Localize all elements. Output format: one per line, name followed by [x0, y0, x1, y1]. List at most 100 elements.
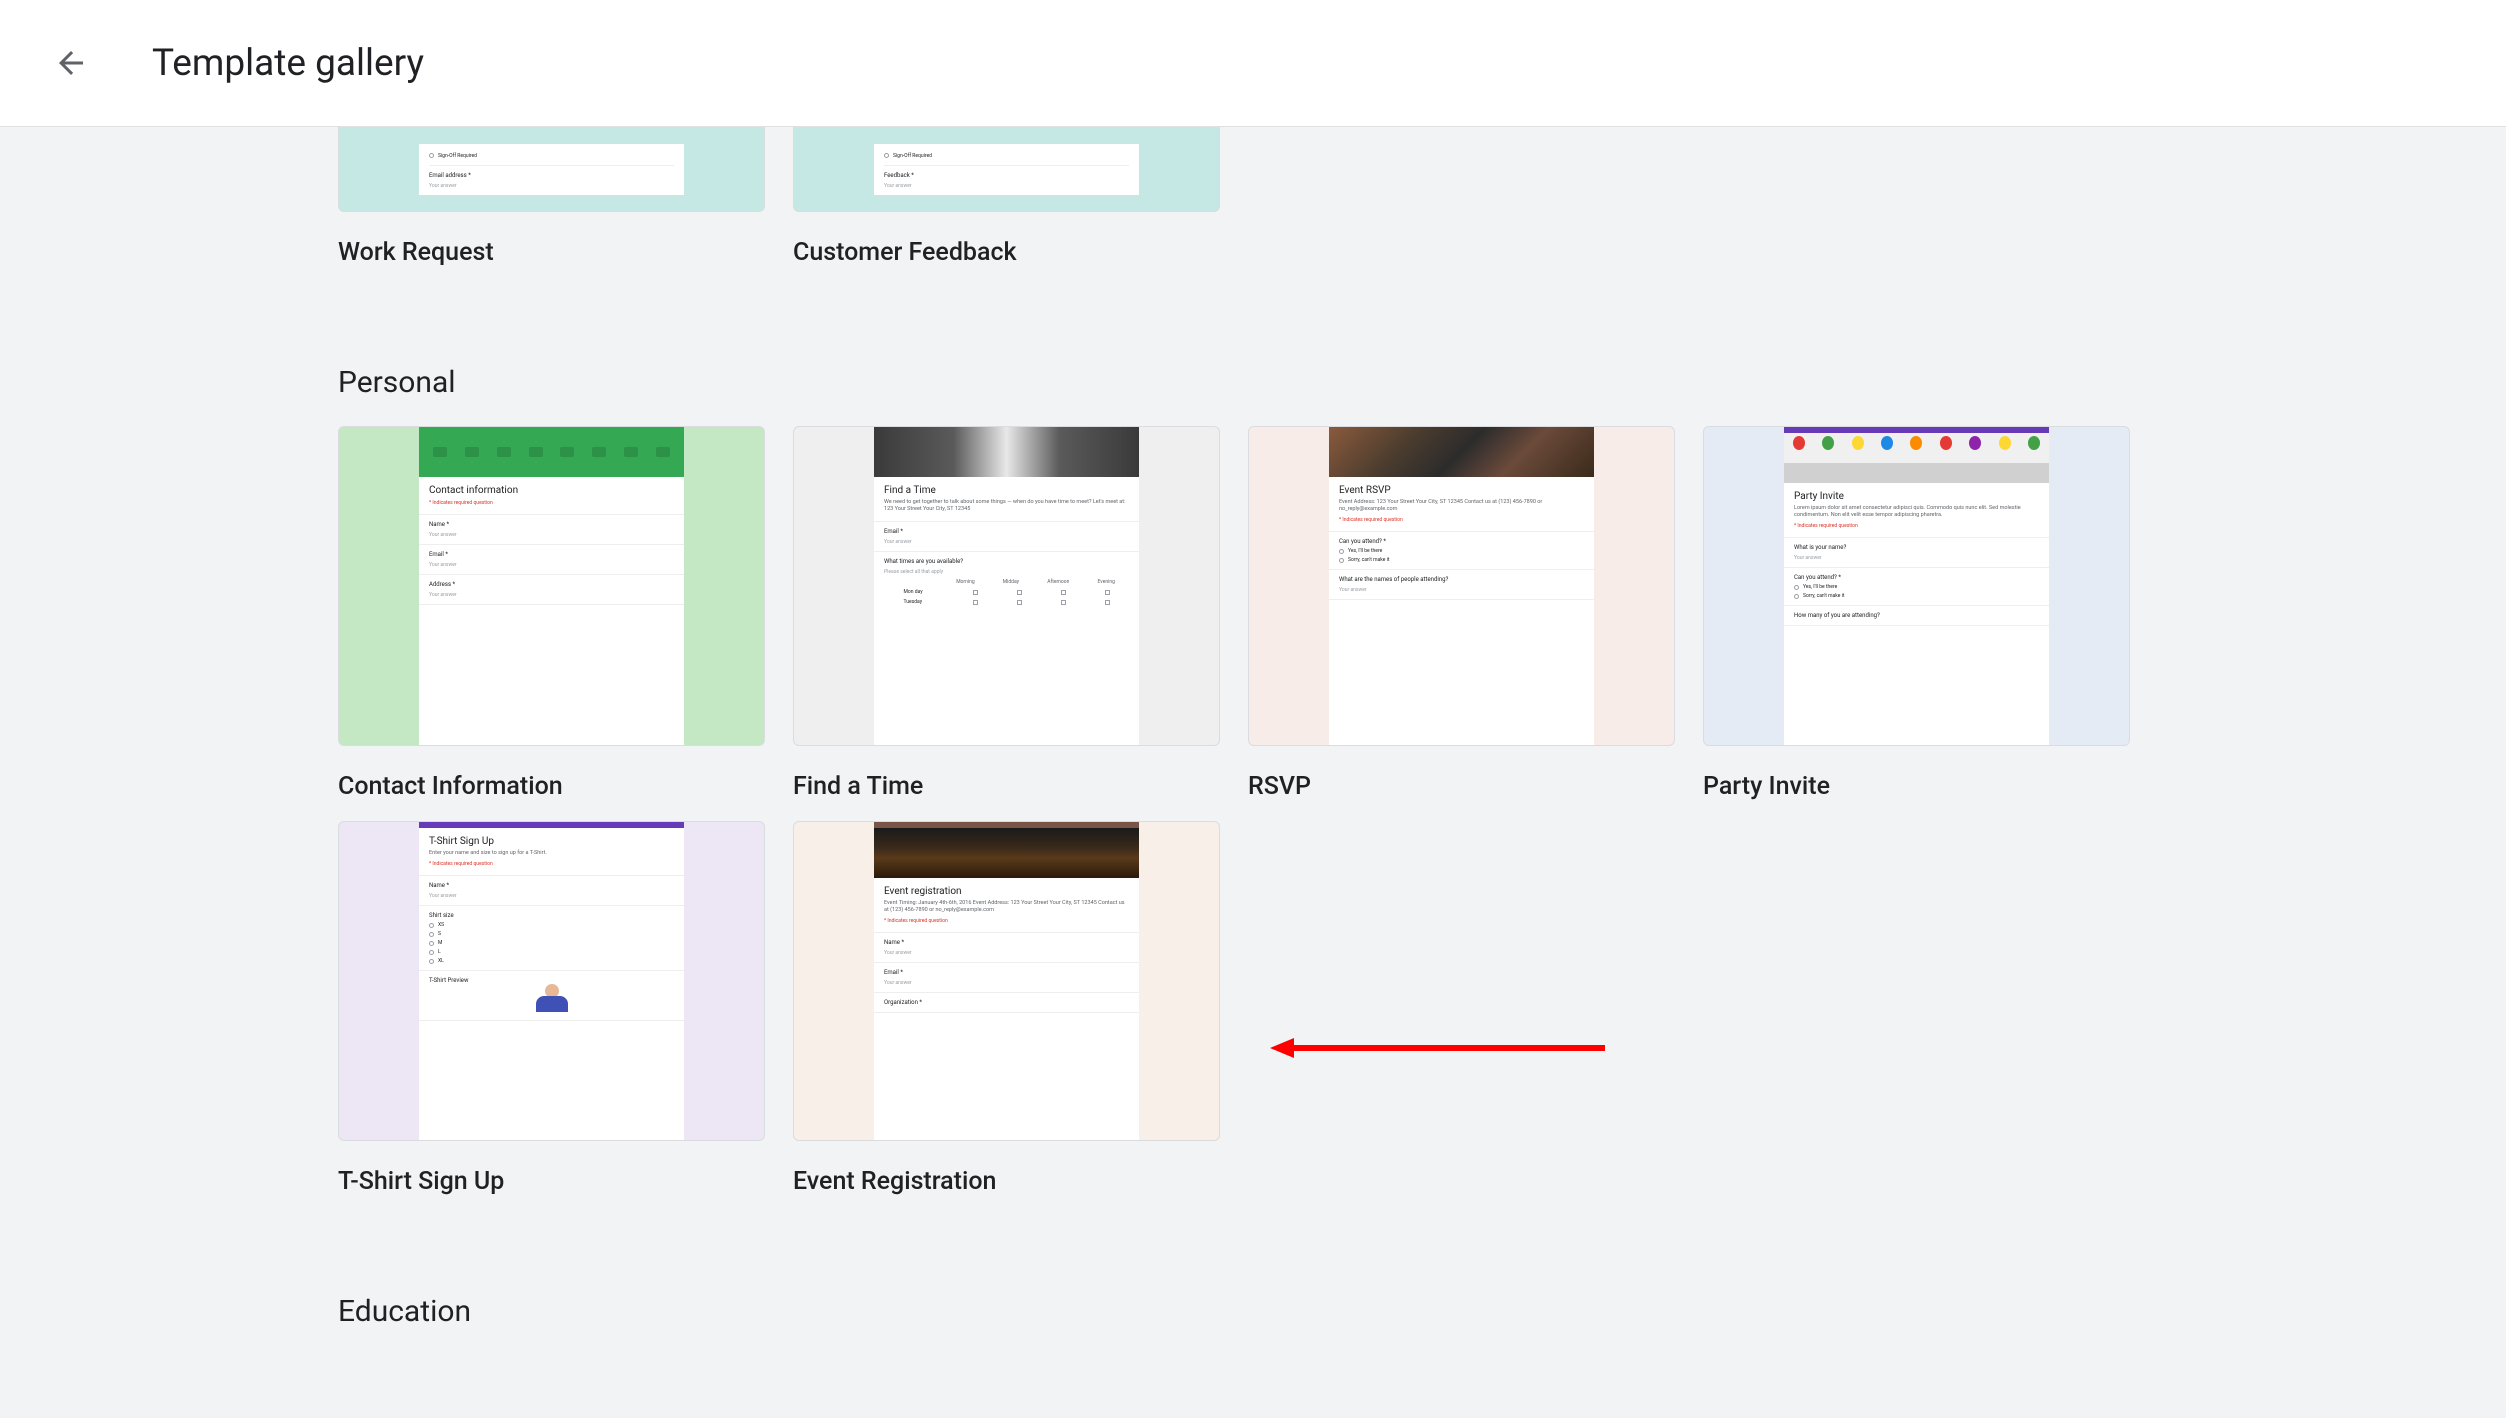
template-card-party-invite[interactable]: Party Invite Lorem ipsum dolor sit amet …: [1703, 426, 2130, 801]
mini-required-text: * Indicates required question: [884, 918, 1129, 924]
mini-field-label: Email *: [884, 969, 1129, 976]
mini-field-label: Name *: [429, 521, 674, 528]
mini-field-label: Organization *: [884, 999, 1129, 1006]
mini-form-subtitle: Enter your name and size to sign up for …: [429, 850, 674, 857]
template-card-rsvp[interactable]: Event RSVP Event Address: 123 Your Stree…: [1248, 426, 1675, 801]
template-label: T-Shirt Sign Up: [338, 1167, 765, 1196]
mini-form-title: T-Shirt Sign Up: [429, 836, 674, 847]
mini-required-text: * Indicates required question: [429, 861, 674, 867]
grid-col: Midday: [1003, 579, 1019, 585]
mini-field-label: Email *: [884, 528, 1129, 535]
mini-radio-option: Yes, I'll be there: [1348, 548, 1382, 554]
mini-required-text: * Indicates required question: [429, 500, 674, 506]
mini-field-answer: Your answer: [429, 183, 674, 189]
mini-size-opt: L: [438, 949, 441, 955]
templates-row: T-Shirt Sign Up Enter your name and size…: [338, 821, 2168, 1196]
mini-field-label: Email *: [429, 551, 674, 558]
mini-field-label: Sign-Off Required: [893, 153, 932, 159]
mini-field-answer: Your answer: [1794, 555, 2039, 561]
mini-form-subtitle: We need to get together to talk about so…: [884, 499, 1129, 513]
mini-field-answer: Your answer: [884, 980, 1129, 986]
mini-size-opt: XS: [438, 922, 444, 928]
grid-col: Afternoon: [1047, 579, 1069, 585]
section-title-personal: Personal: [338, 365, 2168, 400]
mini-header: [874, 427, 1139, 477]
mini-field-label: Shirt size: [429, 912, 674, 919]
template-label: Contact Information: [338, 772, 765, 801]
mini-field-label: Can you attend? *: [1339, 538, 1584, 545]
mini-form-subtitle: Event Timing: January 4th-6th, 2016 Even…: [884, 900, 1129, 914]
mini-field-label: What is your name?: [1794, 544, 2039, 551]
mini-required-text: * Indicates required question: [1339, 517, 1584, 523]
mini-header: [874, 828, 1139, 878]
grid-row: Tuesday: [904, 599, 934, 605]
template-thumb: Event registration Event Timing: January…: [793, 821, 1220, 1141]
mini-field-answer: Your answer: [884, 183, 1129, 189]
mini-header: [419, 427, 684, 477]
section-title-education: Education: [338, 1294, 2168, 1329]
templates-row: Contact information * Indicates required…: [338, 426, 2168, 801]
mini-field-answer: Your answer: [429, 562, 674, 568]
mini-form-title: Find a Time: [884, 485, 1129, 496]
content-area: Sign-Off Required Email address * Your a…: [0, 127, 2506, 1329]
mini-header: [1784, 433, 2049, 483]
template-card-work-request[interactable]: Sign-Off Required Email address * Your a…: [338, 127, 765, 267]
mini-field-label: Name *: [429, 882, 674, 889]
template-card-contact-information[interactable]: Contact information * Indicates required…: [338, 426, 765, 801]
template-thumb: Sign-Off Required Email address * Your a…: [338, 127, 765, 212]
mini-form-subtitle: Lorem ipsum dolor sit amet consectetur a…: [1794, 505, 2039, 519]
grid-col: Evening: [1098, 579, 1115, 585]
template-thumb: Find a Time We need to get together to t…: [793, 426, 1220, 746]
template-card-event-registration[interactable]: Event registration Event Timing: January…: [793, 821, 1220, 1196]
mini-form-subtitle: Event Address: 123 Your Street Your City…: [1339, 499, 1584, 513]
mini-field-answer: Your answer: [429, 592, 674, 598]
page-title: Template gallery: [152, 42, 424, 85]
annotation-arrow-icon: [1270, 1038, 1605, 1058]
template-thumb: Contact information * Indicates required…: [338, 426, 765, 746]
template-label: Work Request: [338, 238, 765, 267]
back-button[interactable]: [50, 42, 92, 84]
template-card-tshirt-signup[interactable]: T-Shirt Sign Up Enter your name and size…: [338, 821, 765, 1196]
mini-header: [1329, 427, 1594, 477]
mini-field-answer: Your answer: [884, 950, 1129, 956]
mini-form-title: Party Invite: [1794, 491, 2039, 502]
tshirt-preview-icon: [532, 984, 572, 1014]
template-label: Customer Feedback: [793, 238, 1220, 267]
mini-field-label: Email address *: [429, 172, 674, 179]
template-thumb: Party Invite Lorem ipsum dolor sit amet …: [1703, 426, 2130, 746]
mini-field-answer: Your answer: [429, 893, 674, 899]
mini-radio-option: Sorry, can't make it: [1348, 557, 1390, 563]
mini-size-opt: XL: [438, 958, 444, 964]
mini-field-answer: Your answer: [1339, 587, 1584, 593]
mini-radio-option: Sorry, can't make it: [1803, 593, 1845, 599]
mini-field-answer: Your answer: [884, 539, 1129, 545]
template-label: Party Invite: [1703, 772, 2130, 801]
template-label: Find a Time: [793, 772, 1220, 801]
template-thumb: T-Shirt Sign Up Enter your name and size…: [338, 821, 765, 1141]
mini-form-title: Event RSVP: [1339, 485, 1584, 496]
mini-field-label: T-Shirt Preview: [429, 977, 674, 984]
mini-field-label: How many of you are attending?: [1794, 612, 2039, 619]
template-card-find-a-time[interactable]: Find a Time We need to get together to t…: [793, 426, 1220, 801]
mini-form-title: Event registration: [884, 886, 1129, 897]
mini-field-label: What are the names of people attending?: [1339, 576, 1584, 583]
mini-size-opt: M: [438, 940, 442, 946]
mini-field-label: Address *: [429, 581, 674, 588]
template-thumb: Sign-Off Required Feedback * Your answer: [793, 127, 1220, 212]
mini-radio-option: Yes, I'll be there: [1803, 584, 1837, 590]
template-thumb: Event RSVP Event Address: 123 Your Stree…: [1248, 426, 1675, 746]
arrow-back-icon: [53, 45, 89, 81]
template-label: RSVP: [1248, 772, 1675, 801]
mini-field-label: Name *: [884, 939, 1129, 946]
header: Template gallery: [0, 0, 2506, 127]
mini-size-opt: S: [438, 931, 441, 937]
template-card-customer-feedback[interactable]: Sign-Off Required Feedback * Your answer…: [793, 127, 1220, 267]
mini-field-answer: Your answer: [429, 532, 674, 538]
grid-row: Mon day: [904, 589, 934, 595]
template-label: Event Registration: [793, 1167, 1220, 1196]
mini-field-label: Feedback *: [884, 172, 1129, 179]
mini-form-title: Contact information: [429, 485, 674, 496]
mini-field-label: Sign-Off Required: [438, 153, 477, 159]
mini-grid-sub: Please select all that apply: [884, 569, 1129, 575]
grid-col: Morning: [956, 579, 974, 585]
